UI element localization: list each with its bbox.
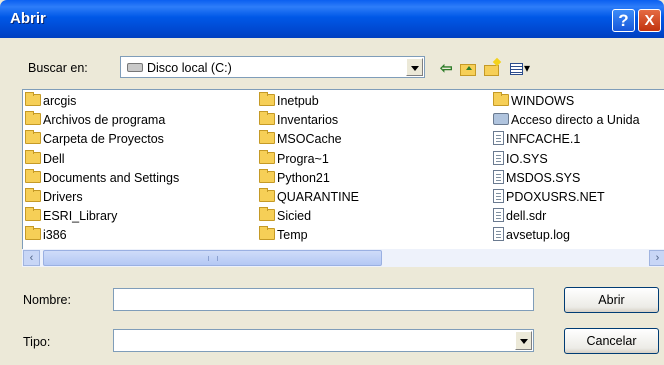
lookin-label: Buscar en: [28, 61, 88, 75]
file-list-item[interactable]: avsetup.log [493, 226, 570, 245]
file-name: Archivos de programa [43, 113, 166, 128]
folder-icon [259, 149, 275, 164]
folder-icon [259, 226, 275, 241]
file-icon [493, 169, 504, 184]
file-list-item[interactable]: Inetpub [259, 92, 319, 111]
file-name: Drivers [43, 190, 83, 204]
help-button[interactable]: ? [612, 9, 635, 32]
lookin-dropdown-button[interactable] [406, 58, 423, 76]
file-list-item[interactable]: arcgis [25, 92, 76, 111]
folder-icon [259, 111, 275, 126]
file-list-item[interactable]: ESRI_Library [25, 207, 117, 226]
file-icon [493, 150, 504, 165]
filename-input[interactable] [113, 288, 534, 311]
file-name: MSOCache [277, 132, 342, 147]
file-list-item[interactable]: IO.SYS [493, 150, 548, 169]
file-list-item[interactable]: Progra~1 [259, 149, 329, 169]
folder-icon [259, 130, 275, 145]
file-name: WINDOWS [511, 94, 575, 108]
file-name: INFCACHE.1 [506, 132, 581, 147]
folder-icon [493, 92, 509, 106]
file-name: MSDOS.SYS [506, 170, 581, 185]
scroll-right-button[interactable]: › [649, 250, 664, 266]
file-name: Dell [43, 151, 65, 166]
file-list-item[interactable]: Sicied [259, 207, 311, 226]
file-list-item[interactable]: Drivers [25, 188, 83, 207]
file-list-item[interactable]: QUARANTINE [259, 188, 359, 207]
filetype-dropdown-button[interactable] [515, 331, 532, 350]
back-icon[interactable]: ⇦ [440, 59, 453, 79]
folder-icon [259, 188, 275, 202]
scroll-thumb[interactable] [43, 250, 382, 266]
file-name: Python21 [277, 170, 330, 185]
filetype-label: Tipo: [23, 335, 51, 349]
filetype-combo[interactable] [113, 329, 534, 352]
folder-icon [25, 168, 41, 183]
file-icon [493, 208, 504, 223]
file-name: avsetup.log [506, 228, 570, 243]
file-list-item[interactable]: Archivos de programa [25, 111, 165, 130]
close-button[interactable]: X [638, 9, 661, 32]
view-menu-icon[interactable]: ▾ [510, 59, 540, 79]
file-name: PDOXUSRS.NET [506, 190, 605, 204]
file-list-item[interactable]: i386 [25, 226, 67, 245]
file-list-item[interactable]: dell.sdr [493, 207, 546, 226]
file-name: arcgis [43, 94, 77, 108]
folder-icon [25, 149, 41, 164]
folder-icon [259, 92, 275, 106]
file-name: Documents and Settings [43, 170, 180, 185]
folder-icon [259, 168, 275, 183]
file-list-item[interactable]: Documents and Settings [25, 168, 180, 188]
folder-icon [259, 207, 275, 222]
file-list-item[interactable]: Inventarios [259, 111, 338, 130]
file-list-item[interactable]: Temp [259, 226, 308, 245]
file-name: Carpeta de Proyectos [43, 132, 164, 147]
lookin-combo[interactable]: Disco local (C:) [120, 56, 425, 78]
file-name: Inetpub [277, 94, 319, 108]
cancel-button[interactable]: Cancelar [564, 328, 659, 354]
window-title: Abrir [10, 10, 46, 27]
file-name: Temp [277, 228, 308, 243]
folder-icon [25, 111, 41, 126]
file-name: dell.sdr [506, 209, 547, 224]
file-list[interactable]: arcgis Archivos de programa Carpeta de Pro… [22, 89, 664, 267]
folder-icon [25, 92, 41, 106]
file-name: Sicied [277, 209, 312, 224]
file-name: IO.SYS [506, 151, 548, 166]
file-list-item[interactable]: Acceso directo a Unida [493, 111, 640, 130]
file-name: Progra~1 [277, 151, 329, 166]
file-name: Acceso directo a Unida [511, 113, 640, 128]
file-icon [493, 189, 504, 203]
file-list-item[interactable]: WINDOWS [493, 92, 574, 111]
lookin-value: Disco local (C:) [147, 61, 232, 75]
file-list-item[interactable]: Python21 [259, 168, 330, 188]
file-list-item[interactable]: Carpeta de Proyectos [25, 130, 164, 149]
file-icon [493, 227, 504, 242]
filename-label: Nombre: [23, 293, 71, 307]
drive-icon [127, 63, 143, 72]
open-button[interactable]: Abrir [564, 287, 659, 313]
shortcut-icon [493, 113, 509, 126]
file-list-item[interactable]: PDOXUSRS.NET [493, 188, 605, 207]
folder-icon [25, 226, 41, 241]
file-list-item[interactable]: Dell [25, 149, 65, 169]
horizontal-scrollbar[interactable]: ‹ › [22, 249, 664, 267]
scroll-left-button[interactable]: ‹ [23, 250, 40, 266]
file-name: QUARANTINE [277, 190, 359, 204]
file-list-item[interactable]: INFCACHE.1 [493, 130, 580, 149]
file-name: ESRI_Library [43, 209, 118, 224]
file-list-item[interactable]: MSDOS.SYS [493, 169, 580, 188]
file-icon [493, 131, 504, 146]
file-name: i386 [43, 228, 67, 243]
file-list-item[interactable]: MSOCache [259, 130, 342, 149]
folder-icon [25, 130, 41, 145]
title-bar: Abrir ? X [0, 0, 664, 38]
folder-icon [25, 188, 41, 202]
folder-icon [25, 207, 41, 222]
file-name: Inventarios [277, 113, 339, 128]
